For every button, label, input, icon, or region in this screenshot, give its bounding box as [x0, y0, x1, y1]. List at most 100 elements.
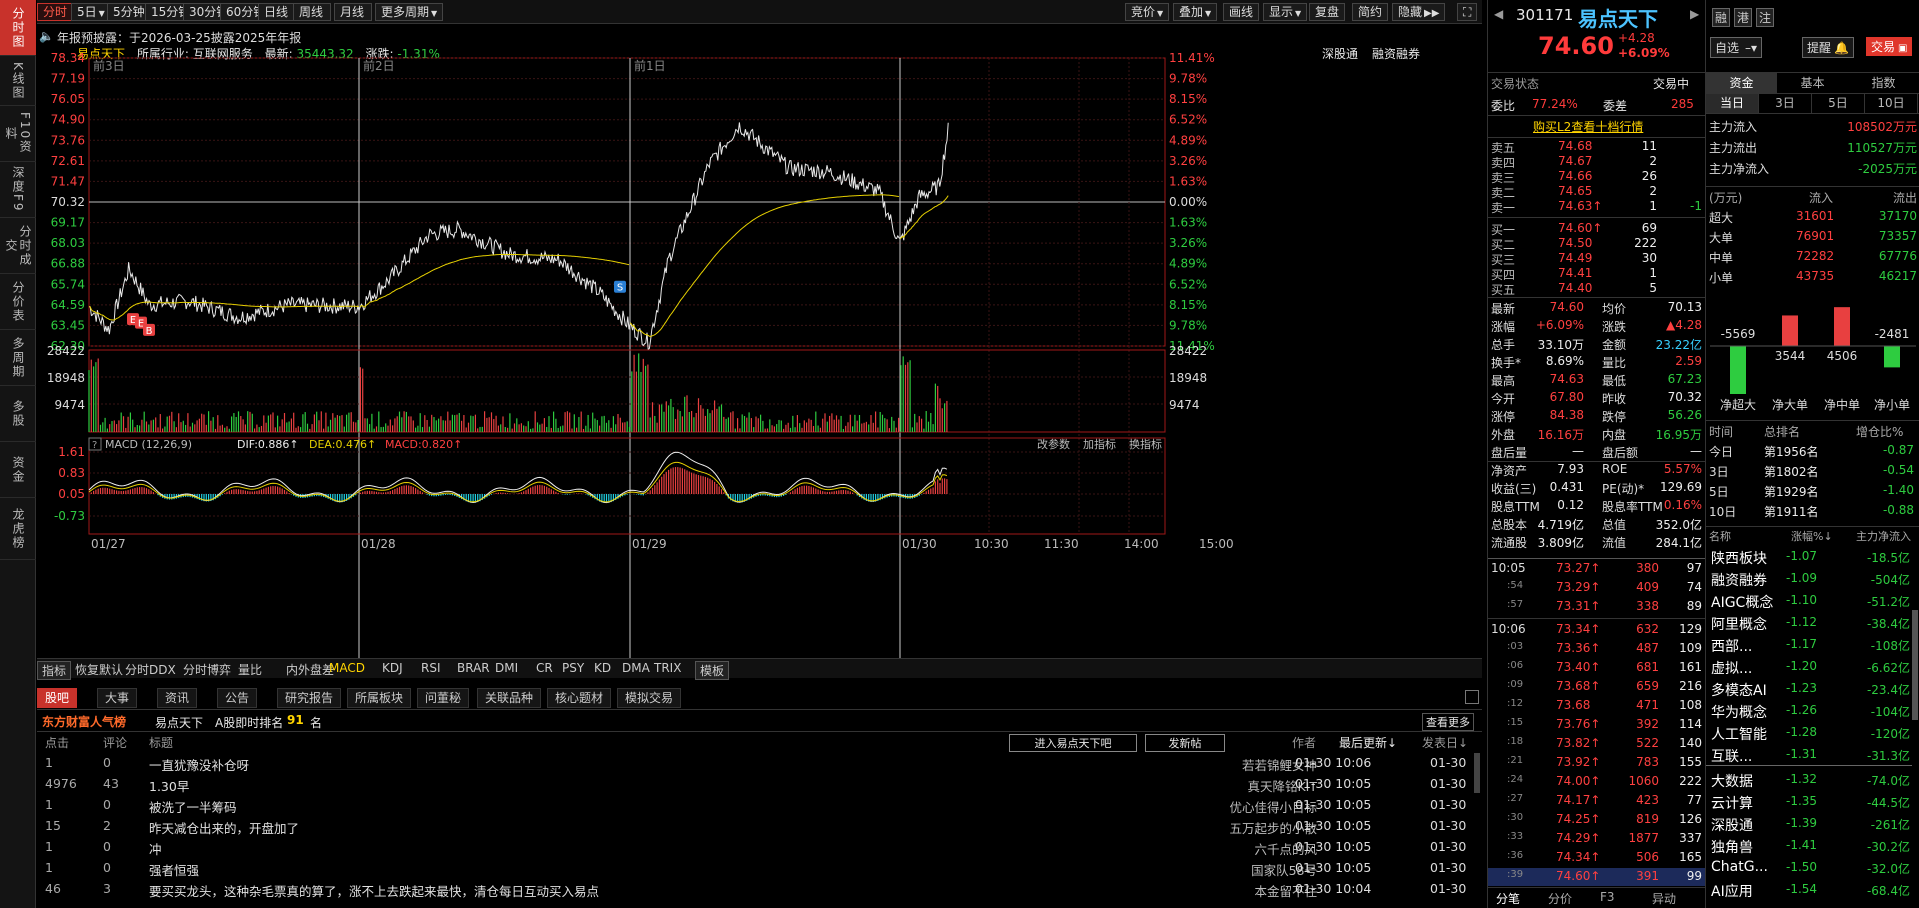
post-row[interactable]: 1 0 强者恒强 国家队58号 01-30 10:05 01-30	[37, 858, 1477, 879]
post-title[interactable]: 冲	[149, 839, 162, 858]
indicator-tab-5[interactable]: 内外盘差	[286, 661, 334, 678]
sector-row[interactable]: 深股通 -1.39 -261亿	[1706, 814, 1912, 835]
tick-tab-1[interactable]: 分价	[1548, 890, 1572, 907]
tick-row[interactable]: 10:06 73.34↑ 632 129	[1488, 621, 1705, 639]
bottom-tab-1[interactable]: 大事	[97, 688, 138, 708]
sector-row[interactable]: 西部... -1.17 -108亿	[1706, 635, 1912, 656]
new-post-button[interactable]: 发新帖	[1145, 734, 1225, 752]
post-title[interactable]: 被洗了一半筹码	[149, 797, 237, 816]
fullscreen-icon[interactable]: ⛶	[1457, 3, 1478, 21]
bottom-tab-0[interactable]: 股吧	[37, 688, 78, 708]
tool-button-4[interactable]: 复盘	[1309, 3, 1346, 21]
rank-title[interactable]: 东方财富人气榜	[42, 713, 126, 730]
trade-button[interactable]: 交易 ▣	[1866, 37, 1913, 56]
fund-tab-1[interactable]: 基本	[1777, 73, 1848, 93]
post-title[interactable]: 要买买龙头，这种杂毛票真的算了，涨不上去跌起来最快，清仓每日互动买入易点	[149, 881, 599, 900]
remind-button[interactable]: 提醒 🔔	[1802, 37, 1854, 58]
sidebar-item-1[interactable]: K线图	[0, 56, 36, 106]
indicator-tab-7[interactable]: KDJ	[382, 661, 403, 675]
notice-text[interactable]: 年报预披露：于2026-03-25披露2025年年报	[57, 29, 301, 46]
bottom-tab-6[interactable]: 问董秘	[417, 688, 470, 708]
period-tab-6[interactable]: 日线	[258, 3, 295, 21]
tool-button-6[interactable]: 隐藏 ▶▶	[1392, 3, 1446, 21]
tick-row[interactable]: :18 73.82↑ 522 140	[1488, 735, 1705, 753]
fund-subtab-3[interactable]: 10日	[1865, 94, 1918, 113]
sector-scrollbar[interactable]	[1912, 610, 1918, 720]
sector-row[interactable]: 陕西板块 -1.07 -18.5亿	[1706, 547, 1912, 568]
sector-row[interactable]: AI应用 -1.54 -68.4亿	[1706, 880, 1912, 901]
sector-row[interactable]: 互联... -1.31 -31.3亿	[1706, 745, 1912, 766]
period-tab-9[interactable]: 更多周期 ▼	[375, 3, 444, 21]
tick-row[interactable]: :06 73.40↑ 681 161	[1488, 659, 1705, 677]
fund-tab-2[interactable]: 指数	[1848, 73, 1919, 93]
post-row[interactable]: 4976 43 1.30早 真天降铭KIT 01-30 10:05 01-30	[37, 774, 1477, 795]
indicator-tab-15[interactable]: TRIX	[654, 661, 681, 675]
indicator-tab-0[interactable]: 指标	[37, 661, 72, 680]
sector-row[interactable]: 人工智能 -1.28 -120亿	[1706, 723, 1912, 744]
fund-subtab-2[interactable]: 5日	[1812, 94, 1865, 113]
chart-canvas[interactable]: 78.34 11.41% 77.19 9.78% 76.05 8.15% 74.90 6.52…	[37, 46, 1482, 658]
indicator-tab-9[interactable]: BRAR	[457, 661, 490, 675]
indicator-tab-11[interactable]: CR	[536, 661, 553, 675]
tick-row[interactable]: :09 73.68↑ 659 216	[1488, 678, 1705, 696]
indicator-tab-1[interactable]: 恢复默认	[75, 661, 123, 678]
sector-row[interactable]: 融资融券 -1.09 -504亿	[1706, 569, 1912, 590]
sidebar-item-5[interactable]: 分价表	[0, 274, 36, 330]
next-stock-icon[interactable]: ▶	[1690, 7, 1699, 21]
tick-tab-2[interactable]: F3	[1600, 890, 1615, 904]
tool-button-1[interactable]: 叠加 ▼	[1173, 3, 1218, 21]
tool-button-2[interactable]: 画线	[1223, 3, 1260, 21]
fund-subtab-1[interactable]: 3日	[1759, 94, 1812, 113]
tick-tab-3[interactable]: 异动	[1652, 890, 1676, 907]
panel-toggle-icon[interactable]	[1465, 690, 1479, 704]
tick-row[interactable]: :03 73.36↑ 487 109	[1488, 640, 1705, 658]
tick-row[interactable]: :54 73.29↑ 409 74	[1488, 579, 1705, 597]
post-row[interactable]: 46 3 要买买龙头，这种杂毛票真的算了，涨不上去跌起来最快，清仓每日互动买入易点本…	[37, 879, 1477, 900]
tick-row[interactable]: :33 74.29↑ 1877 337	[1488, 830, 1705, 848]
sector-row[interactable]: 阿里概念 -1.12 -38.4亿	[1706, 613, 1912, 634]
macd-param-button[interactable]: 改参数	[1037, 437, 1070, 451]
tick-row[interactable]: :27 74.17↑ 423 77	[1488, 792, 1705, 810]
tick-row[interactable]: :39 74.60↑ 391 99	[1488, 868, 1705, 886]
l2-link[interactable]: 购买L2查看十档行情	[1533, 118, 1643, 135]
tick-tab-0[interactable]: 分笔	[1496, 890, 1520, 907]
sidebar-item-6[interactable]: 多周期	[0, 330, 36, 386]
bottom-tab-7[interactable]: 关联品种	[477, 688, 542, 708]
sidebar-item-0[interactable]: 分时图	[0, 0, 36, 56]
sector-row[interactable]: 多模态AI -1.23 -23.4亿	[1706, 679, 1912, 700]
sidebar-item-9[interactable]: 龙虎榜	[0, 498, 36, 560]
sidebar-item-4[interactable]: 分时成交	[0, 218, 36, 274]
tick-row[interactable]: :12 73.68 471 108	[1488, 697, 1705, 715]
indicator-tab-12[interactable]: PSY	[562, 661, 584, 675]
macd-change-button[interactable]: 换指标	[1129, 437, 1162, 451]
sector-row[interactable]: 大数据 -1.32 -74.0亿	[1706, 770, 1912, 791]
fund-subtab-0[interactable]: 当日	[1706, 94, 1759, 113]
indicator-tab-14[interactable]: DMA	[622, 661, 650, 675]
tool-button-3[interactable]: 显示 ▼	[1263, 3, 1308, 21]
sidebar-item-7[interactable]: 多股	[0, 386, 36, 442]
tick-row[interactable]: :36 74.34↑ 506 165	[1488, 849, 1705, 867]
prev-stock-icon[interactable]: ◀	[1494, 7, 1503, 21]
bottom-tab-3[interactable]: 公告	[217, 688, 258, 708]
watchlist-dropdown[interactable]: 自选 –▾	[1710, 37, 1763, 58]
tool-button-5[interactable]: 简约	[1352, 3, 1389, 21]
tick-row[interactable]: :21 73.92↑ 783 155	[1488, 754, 1705, 772]
quote-tag-0[interactable]: 融	[1712, 8, 1731, 27]
sector-row[interactable]: 独角兽 -1.41 -30.2亿	[1706, 836, 1912, 857]
post-row[interactable]: 1 0 冲六千点的风 01-30 10:05 01-30	[37, 837, 1477, 858]
header-updated[interactable]: 最后更新↓	[1339, 734, 1397, 751]
tick-row[interactable]: :24 74.00↑ 1060 222	[1488, 773, 1705, 791]
enter-forum-button[interactable]: 进入易点天下吧	[1009, 734, 1137, 752]
macd-add-button[interactable]: 加指标	[1083, 437, 1116, 451]
sidebar-item-2[interactable]: F10资料	[0, 106, 36, 162]
post-title[interactable]: 昨天减仓出来的，开盘加了	[149, 818, 299, 837]
sidebar-item-3[interactable]: 深度F9	[0, 162, 36, 218]
post-title[interactable]: 1.30早	[149, 776, 189, 795]
sidebar-item-8[interactable]: 资金	[0, 442, 36, 498]
sector-row[interactable]: 华为概念 -1.26 -104亿	[1706, 701, 1912, 722]
bottom-tab-2[interactable]: 资讯	[157, 688, 198, 708]
post-row[interactable]: 1 0 被洗了一半筹码 优心佳得小目标 01-30 10:05 01-30	[37, 795, 1477, 816]
period-tab-7[interactable]: 周线	[293, 3, 331, 21]
tick-row[interactable]: 10:05 73.27↑ 380 97	[1488, 560, 1705, 578]
tick-row[interactable]: :15 73.76↑ 392 114	[1488, 716, 1705, 734]
